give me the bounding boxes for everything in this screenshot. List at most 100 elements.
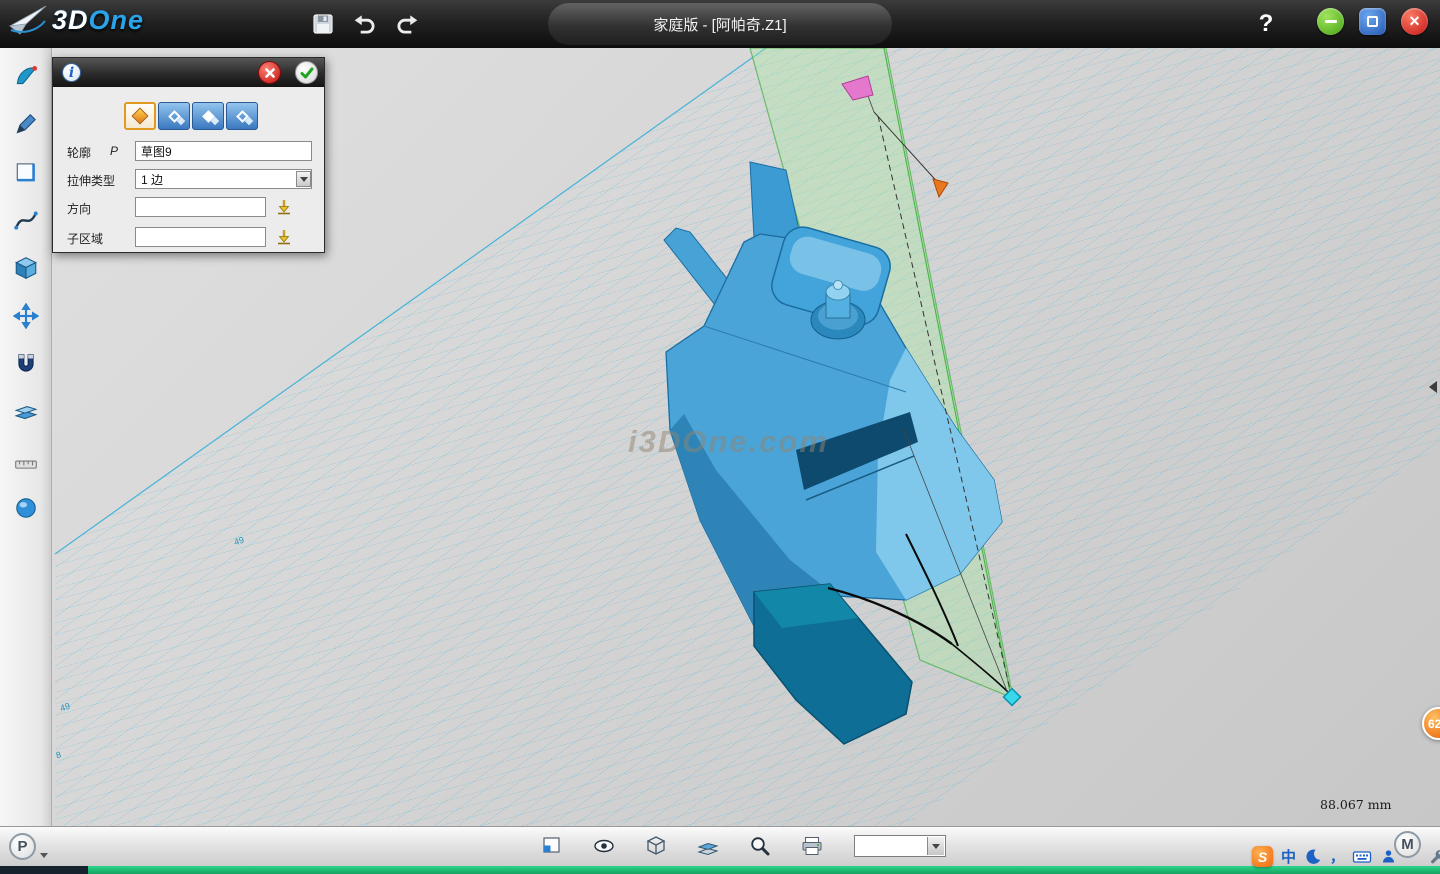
info-icon: i xyxy=(62,63,81,82)
window-title: 家庭版 - [阿帕奇.Z1] xyxy=(0,0,1440,48)
keyboard-icon[interactable] xyxy=(1352,847,1372,867)
minimize-button[interactable] xyxy=(1317,8,1344,35)
subregion-label: 子区域 xyxy=(67,230,103,247)
sketch-plane-icon xyxy=(13,159,39,185)
maximize-icon xyxy=(1367,16,1378,27)
direction-label: 方向 xyxy=(67,200,91,217)
wrench-icon[interactable] xyxy=(1429,848,1440,865)
diamond-icon xyxy=(211,117,219,125)
subregion-row: 子区域 xyxy=(53,227,324,249)
primitive-cube-icon xyxy=(13,255,39,281)
pick-arrow-icon xyxy=(275,198,293,216)
appearance-tool[interactable] xyxy=(5,58,47,93)
profile-label: 轮廓 xyxy=(67,144,91,161)
magnet-icon xyxy=(13,351,39,377)
badge-count: 62 xyxy=(1428,717,1440,731)
diamond-icon xyxy=(245,117,253,125)
curve-icon xyxy=(13,207,39,233)
minimize-icon xyxy=(1325,20,1337,23)
measure-ruler-icon xyxy=(13,447,39,473)
taskbar-strip xyxy=(0,866,1440,874)
zoom-button[interactable] xyxy=(744,830,776,862)
sketch-tool[interactable] xyxy=(5,106,47,141)
maximize-button[interactable] xyxy=(1359,8,1386,35)
diamond-icon xyxy=(132,108,149,125)
material-sphere-icon xyxy=(13,495,39,521)
watermark: i3DOne.com xyxy=(628,424,829,459)
layers-icon xyxy=(696,834,720,858)
chevron-down-icon xyxy=(300,177,308,182)
subregion-pick-button[interactable] xyxy=(275,228,293,246)
dialog-confirm-button[interactable] xyxy=(295,61,318,84)
eye-icon xyxy=(592,834,616,858)
half-moon-icon[interactable] xyxy=(1304,848,1322,866)
extrude-type-label: 拉伸类型 xyxy=(67,172,115,189)
move-icon xyxy=(13,303,39,329)
print-button[interactable] xyxy=(796,830,828,862)
extrude-type-input[interactable] xyxy=(135,169,312,189)
lang-zh-icon[interactable]: 中 xyxy=(1281,846,1296,867)
mode-base-button[interactable] xyxy=(124,102,156,130)
visibility-button[interactable] xyxy=(588,830,620,862)
show-plane-icon xyxy=(540,834,564,858)
move-tool[interactable] xyxy=(5,298,47,333)
wire-cube-icon xyxy=(644,834,668,858)
layers-button[interactable] xyxy=(692,830,724,862)
close-icon: × xyxy=(1409,12,1420,30)
input-method-tray: S 中 ， xyxy=(1252,846,1440,867)
p-label: P xyxy=(17,838,27,855)
help-button[interactable]: ? xyxy=(1249,7,1283,41)
extrude-type-dropdown-button[interactable] xyxy=(296,171,311,187)
direction-pick-button[interactable] xyxy=(275,198,293,216)
part-navigator-button[interactable]: P xyxy=(9,833,36,860)
show-plane-button[interactable] xyxy=(536,830,568,862)
person-icon[interactable] xyxy=(1380,848,1397,865)
taskbar-green-segment xyxy=(88,866,1440,874)
appearance-icon xyxy=(13,63,39,89)
profile-tag: P xyxy=(110,144,118,158)
subregion-input[interactable] xyxy=(135,227,266,247)
extrude-type-row: 拉伸类型 xyxy=(53,169,324,191)
printer-icon xyxy=(800,834,824,858)
primitive-tool[interactable] xyxy=(5,250,47,285)
mode-subtract-button[interactable] xyxy=(192,102,224,130)
combo-dropdown-button[interactable] xyxy=(927,837,944,855)
view-controls xyxy=(536,830,946,862)
dialog-cancel-button[interactable] xyxy=(258,61,281,84)
chevron-down-icon xyxy=(932,844,940,849)
sogou-logo[interactable]: S xyxy=(1252,846,1273,867)
confirm-check-icon xyxy=(299,65,315,81)
dimension-readout: 88.067 mm xyxy=(1320,797,1391,812)
display-mode-button[interactable] xyxy=(640,830,672,862)
direction-input[interactable] xyxy=(135,197,266,217)
mode-intersect-button[interactable] xyxy=(226,102,258,130)
direction-row: 方向 xyxy=(53,197,324,219)
pattern-stack-icon xyxy=(13,399,39,425)
view-combo[interactable] xyxy=(854,835,946,857)
constraint-tool[interactable] xyxy=(5,346,47,381)
model-mast-nub xyxy=(834,281,843,290)
diamond-icon xyxy=(177,117,185,125)
punctuation-icon[interactable]: ， xyxy=(1330,847,1344,867)
titlebar: 3DOne 家庭版 - [阿帕奇.Z1] ? × xyxy=(0,0,1440,48)
boolean-mode-row xyxy=(124,102,258,130)
sketch-pen-icon xyxy=(13,111,39,137)
mode-add-button[interactable] xyxy=(158,102,190,130)
close-button[interactable]: × xyxy=(1401,8,1428,35)
measure-tool[interactable] xyxy=(5,442,47,477)
curve-tool[interactable] xyxy=(5,202,47,237)
pattern-tool[interactable] xyxy=(5,394,47,429)
material-tool[interactable] xyxy=(5,490,47,525)
extrude-dialog: i 轮廓 P 拉伸类型 方向 xyxy=(52,57,325,253)
cancel-x-icon xyxy=(263,66,277,80)
dialog-header: i xyxy=(53,58,324,87)
p-dropdown-caret[interactable] xyxy=(40,853,48,858)
panel-collapse-arrow[interactable] xyxy=(1429,381,1437,393)
profile-input[interactable] xyxy=(135,141,312,161)
pick-arrow-icon xyxy=(275,228,293,246)
left-toolbar xyxy=(0,48,52,826)
taskbar-dark-segment xyxy=(0,866,88,874)
profile-row: 轮廓 P xyxy=(53,141,324,163)
magnifier-icon xyxy=(748,834,772,858)
sketch-plane-tool[interactable] xyxy=(5,154,47,189)
